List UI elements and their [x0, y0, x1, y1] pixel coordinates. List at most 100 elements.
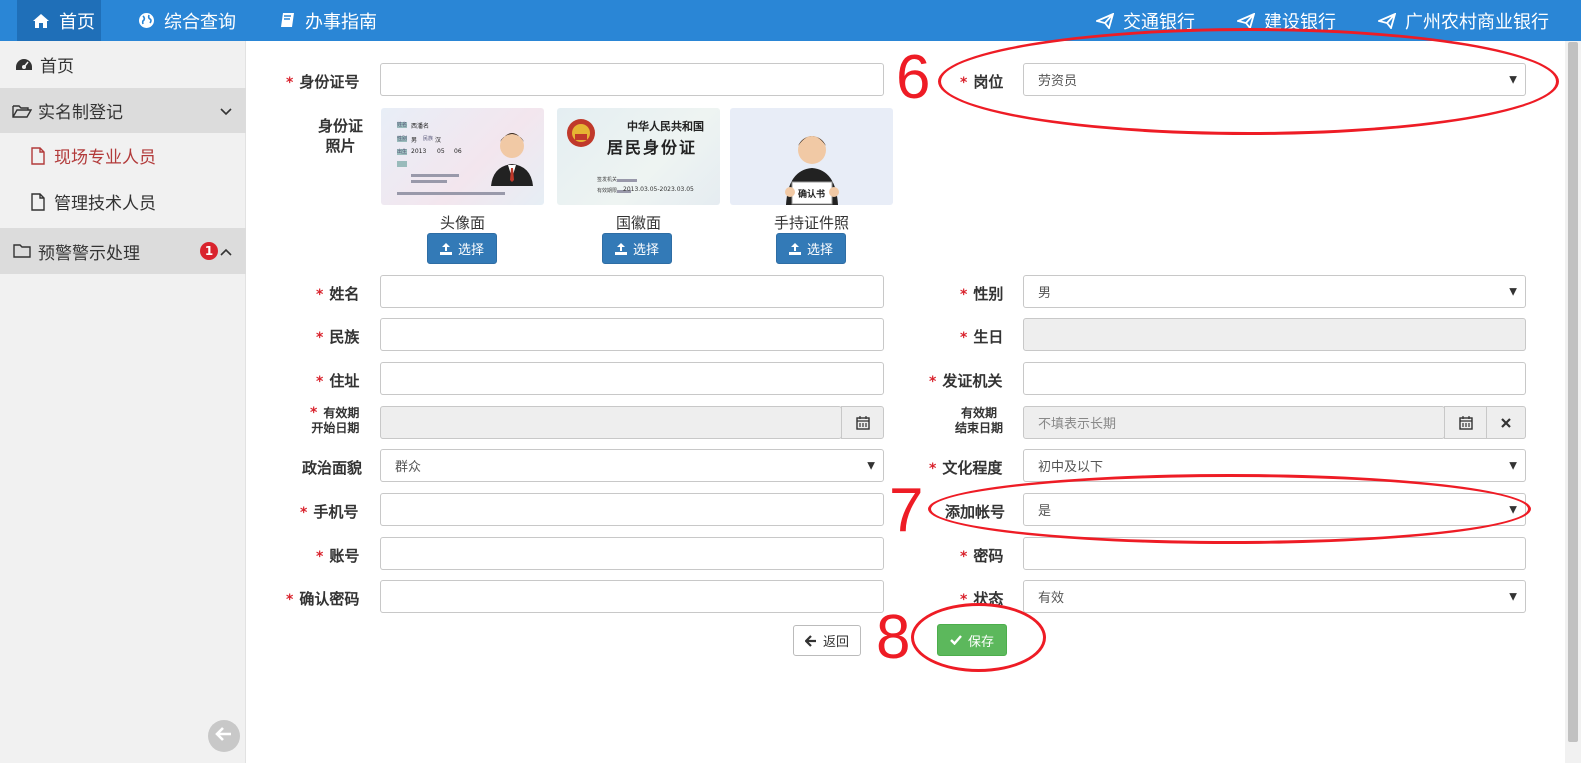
- annotation-number-8: 8: [876, 603, 911, 672]
- card-front-sex: 男: [411, 137, 418, 144]
- back-button[interactable]: 返回: [793, 625, 861, 656]
- notification-badge: 1: [200, 242, 218, 260]
- password-label: * 密码: [960, 547, 1004, 565]
- folder-open-icon: [12, 101, 32, 121]
- select-back-photo-button[interactable]: 选择: [602, 233, 672, 264]
- sidebar-item-tech-staff[interactable]: 管理技术人员: [0, 178, 246, 225]
- sidebar-group-warning-label: 预警警示处理: [38, 243, 140, 264]
- card-back-title2: 居民身份证: [607, 138, 698, 157]
- idcard-input[interactable]: [380, 63, 884, 96]
- caret-down-icon: ▼: [867, 460, 875, 471]
- upload-icon: [788, 242, 801, 255]
- card-back-title1: 中华人民共和国: [627, 120, 704, 133]
- valid-end-calendar-button[interactable]: [1444, 406, 1487, 439]
- paper-plane-icon: [1377, 11, 1397, 31]
- phone-input[interactable]: [380, 493, 884, 526]
- annotation-ellipse-post: [938, 28, 1559, 135]
- calendar-icon: [1458, 415, 1473, 430]
- scrollbar-thumb[interactable]: [1568, 42, 1578, 742]
- nav-guide[interactable]: 办事指南: [277, 0, 377, 41]
- dashboard-icon: [14, 55, 34, 75]
- annotation-number-7: 7: [889, 476, 924, 545]
- caret-down-icon: ▼: [1509, 591, 1517, 602]
- card-front-birth-month: 05: [437, 148, 445, 155]
- annotation-ellipse-add-account: [928, 474, 1531, 544]
- confirm-password-input[interactable]: [380, 580, 884, 613]
- valid-end-label: 有效期 结束日期: [955, 406, 1004, 435]
- paper-plane-icon: [1095, 11, 1115, 31]
- phone-label: * 手机号: [300, 503, 359, 521]
- ethnic-label: * 民族: [316, 328, 360, 346]
- globe-icon: [136, 11, 156, 31]
- account-input[interactable]: [380, 537, 884, 570]
- sidebar-group-realname-label: 实名制登记: [38, 103, 123, 123]
- card-back-issuer-tag: 签发机关: [597, 177, 618, 183]
- card-front-birth-tag: 出生: [397, 149, 408, 155]
- card-back-valid-tag: 有效期限: [597, 188, 618, 194]
- arrow-left-icon: [804, 634, 817, 647]
- nav-home-label: 首页: [59, 11, 95, 33]
- calendar-icon: [855, 415, 870, 430]
- birth-label: * 生日: [960, 328, 1004, 346]
- sidebar-item-home[interactable]: 首页: [0, 41, 246, 88]
- select-front-photo-button[interactable]: 选择: [427, 233, 497, 264]
- handheld-photo-image: 确认书: [730, 108, 893, 205]
- file-icon: [28, 192, 48, 212]
- valid-start-input[interactable]: [380, 406, 842, 439]
- upload-icon: [439, 242, 452, 255]
- card-front-sex-tag: 性别: [397, 136, 408, 142]
- card-front-name: 西潘名: [411, 123, 430, 130]
- address-input[interactable]: [380, 362, 884, 395]
- address-label: * 住址: [316, 372, 360, 390]
- sidebar-item-site-staff[interactable]: 现场专业人员: [0, 133, 246, 178]
- nav-query[interactable]: 综合查询: [136, 0, 236, 41]
- arrow-left-icon: [215, 726, 233, 746]
- card-front-name-tag: 姓名: [397, 122, 408, 128]
- photo-back-caption: 国徽面: [615, 214, 661, 232]
- nav-bank-guangzhou-label: 广州农村商业银行: [1405, 11, 1549, 33]
- photo-hold-caption: 手持证件照: [773, 214, 849, 232]
- account-label: * 账号: [316, 547, 360, 565]
- photo-front-caption: 头像面: [439, 214, 485, 232]
- nav-guide-label: 办事指南: [305, 11, 377, 33]
- sidebar: 首页 实名制登记 现场专业人员 管理技术人员 预警警示处理 1: [0, 41, 246, 763]
- idcard-back-image: 中华人民共和国 居民身份证 签发机关 有效期限 2013.03.05-2023.…: [557, 108, 720, 205]
- annotation-number-6: 6: [896, 43, 931, 112]
- vertical-scrollbar[interactable]: [1565, 41, 1581, 763]
- birth-input: [1023, 318, 1526, 351]
- name-input[interactable]: [380, 275, 884, 308]
- sidebar-collapse-button[interactable]: [208, 720, 240, 752]
- valid-end-clear-button[interactable]: [1486, 406, 1526, 439]
- gender-select[interactable]: 男 ▼: [1023, 275, 1526, 308]
- chevron-up-icon: [220, 241, 232, 261]
- issuer-input[interactable]: [1023, 362, 1526, 395]
- nav-home[interactable]: 首页: [17, 0, 101, 41]
- handheld-sign-text: 确认书: [798, 190, 826, 200]
- political-select[interactable]: 群众 ▼: [380, 449, 884, 482]
- status-select[interactable]: 有效 ▼: [1023, 580, 1526, 613]
- ethnic-input[interactable]: [380, 318, 884, 351]
- sidebar-group-warning[interactable]: 预警警示处理 1: [0, 228, 246, 274]
- valid-start-label: * 有效期 开始日期: [310, 405, 360, 436]
- education-label: * 文化程度: [929, 459, 1003, 477]
- political-label: 政治面貌: [302, 459, 363, 477]
- nav-query-label: 综合查询: [164, 11, 236, 33]
- issuer-label: * 发证机关: [929, 372, 1003, 390]
- caret-down-icon: ▼: [1509, 460, 1517, 471]
- file-icon: [28, 146, 48, 166]
- card-front-nation-tag: 民族: [423, 136, 434, 142]
- card-front-birth-year: 2013: [411, 148, 427, 155]
- home-icon: [31, 11, 51, 31]
- close-icon: [1501, 417, 1511, 428]
- sidebar-item-home-label: 首页: [40, 57, 74, 77]
- sidebar-group-realname[interactable]: 实名制登记: [0, 88, 246, 133]
- idcard-front-image: 姓名 西潘名 性别 男 民族 汉 出生 2013 05 06: [381, 108, 544, 205]
- valid-end-input[interactable]: 不填表示长期: [1023, 406, 1445, 439]
- valid-start-calendar-button[interactable]: [841, 406, 884, 439]
- card-back-valid: 2013.03.05-2023.03.05: [623, 186, 694, 193]
- sidebar-item-tech-staff-label: 管理技术人员: [54, 194, 156, 214]
- upload-icon: [614, 242, 627, 255]
- folder-icon: [12, 241, 32, 261]
- select-hold-photo-button[interactable]: 选择: [776, 233, 846, 264]
- idcard-photo-label: 身份证 照片: [318, 117, 364, 155]
